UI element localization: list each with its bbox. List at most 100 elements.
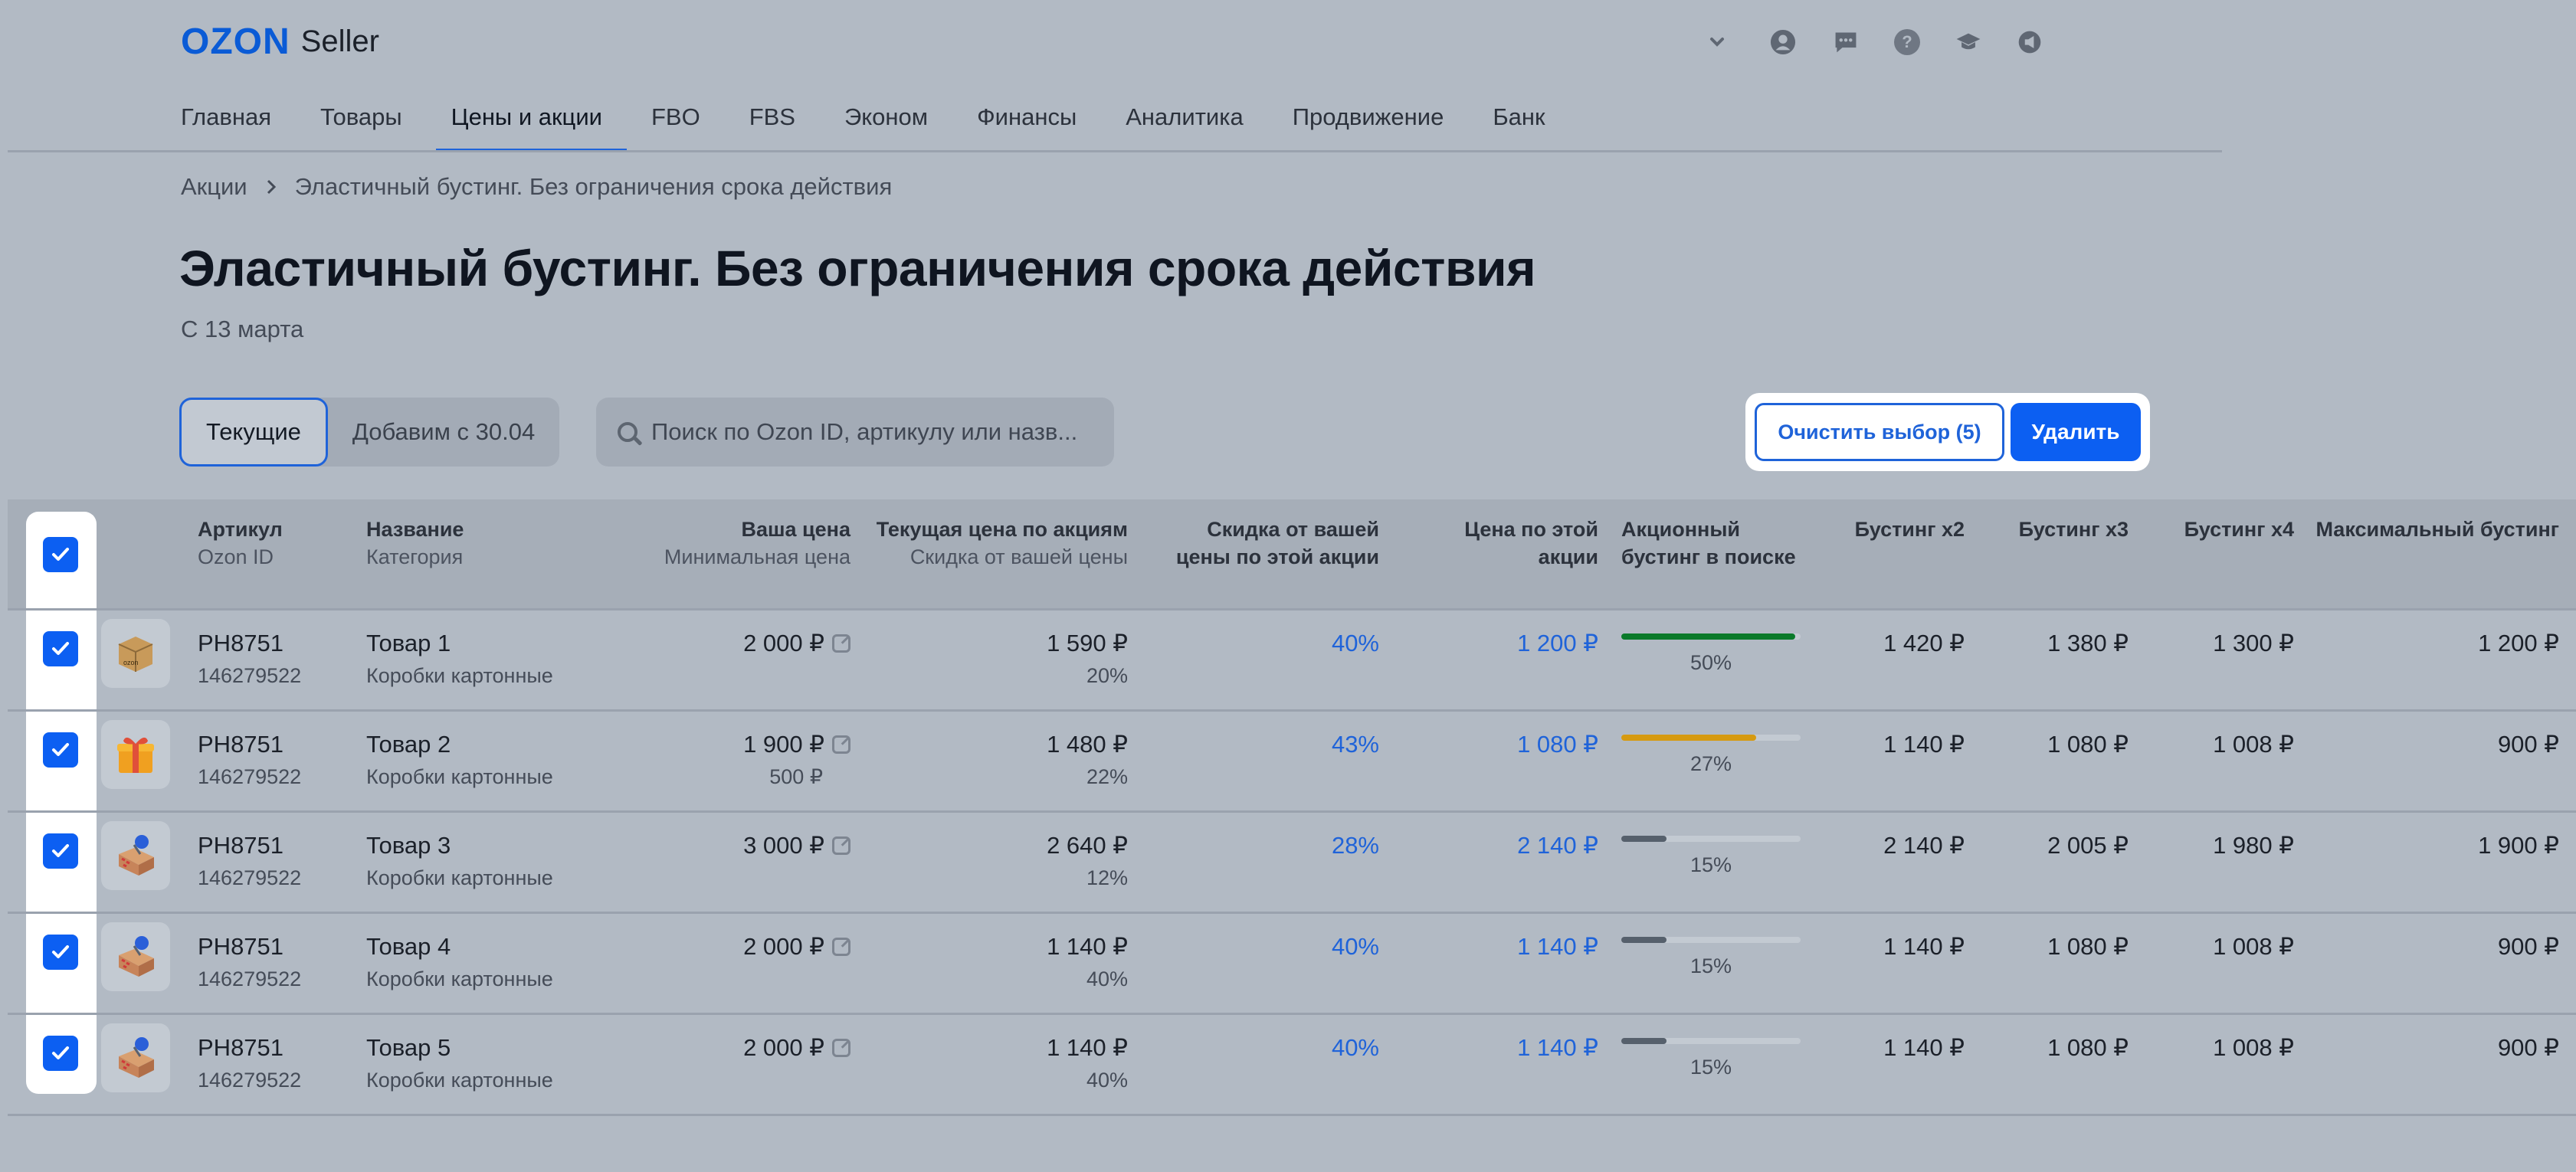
- chevron-right-icon: [267, 179, 276, 195]
- col-header-sku[interactable]: Артикул Ozon ID: [198, 516, 283, 571]
- nav-item-products[interactable]: Товары: [320, 98, 402, 152]
- pinned-box-icon[interactable]: [101, 922, 170, 991]
- sku[interactable]: PH8751: [198, 630, 283, 656]
- sku[interactable]: PH8751: [198, 933, 283, 960]
- category: Коробки картонные: [366, 765, 553, 788]
- tab-upcoming[interactable]: Добавим с 30.04: [328, 398, 559, 467]
- boost-x3-price: 2 005 ₽: [2047, 832, 2129, 859]
- breadcrumb-root[interactable]: Акции: [181, 173, 247, 201]
- nav-item-economy[interactable]: Эконом: [844, 98, 928, 152]
- promo-discount: 43%: [1331, 731, 1379, 758]
- col-your-price-sublabel: Минимальная цена: [664, 545, 850, 568]
- col-header-current-price[interactable]: Текущая цена по акциям Скидка от вашей ц…: [877, 516, 1128, 571]
- sku[interactable]: PH8751: [198, 832, 283, 859]
- col-header-name[interactable]: Название Категория: [366, 516, 464, 571]
- external-link-icon[interactable]: [832, 735, 850, 754]
- col-header-promo-boost[interactable]: Акционный бустинг в поиске: [1621, 516, 1796, 571]
- current-discount: 12%: [1086, 866, 1128, 889]
- gift-icon[interactable]: [101, 720, 170, 789]
- col-header-promo-price[interactable]: Цена по этой акции: [1464, 516, 1598, 571]
- promo-price-link[interactable]: 1 200 ₽: [1517, 628, 1598, 659]
- col-header-discount[interactable]: Скидка от вашей цены по этой акции: [1176, 516, 1379, 571]
- delete-button[interactable]: Удалить: [2011, 403, 2141, 461]
- product-name[interactable]: Товар 3: [366, 832, 451, 859]
- col-header-boost-x2[interactable]: Бустинг x2: [1855, 516, 1965, 543]
- sku[interactable]: PH8751: [198, 1034, 283, 1061]
- tab-current[interactable]: Текущие: [179, 398, 328, 467]
- external-link-icon[interactable]: [832, 836, 850, 855]
- ozon-seller-logo[interactable]: OZON Seller: [181, 18, 379, 64]
- row-checkbox[interactable]: [43, 833, 78, 869]
- col-your-price-label: Ваша цена: [741, 518, 850, 541]
- row-divider: [8, 810, 2576, 813]
- your-price: 2 000 ₽: [743, 933, 824, 960]
- row-divider: [8, 1114, 2576, 1116]
- col-header-your-price[interactable]: Ваша цена Минимальная цена: [664, 516, 850, 571]
- external-link-icon[interactable]: [832, 1039, 850, 1057]
- select-all-checkbox[interactable]: [43, 537, 78, 572]
- nav-item-home[interactable]: Главная: [181, 98, 271, 152]
- box-icon[interactable]: ozon: [101, 619, 170, 688]
- clear-selection-button[interactable]: Очистить выбор (5): [1755, 403, 2004, 461]
- boost-max-price: 900 ₽: [2497, 1034, 2559, 1061]
- logo-brand: OZON: [181, 21, 290, 62]
- ozon-id[interactable]: 146279522: [198, 1063, 301, 1097]
- chevron-down-icon[interactable]: [1704, 29, 1730, 55]
- boost-progress-bar: [1621, 633, 1801, 640]
- ozon-id[interactable]: 146279522: [198, 760, 301, 794]
- boost-x3-price: 1 380 ₽: [2047, 630, 2129, 656]
- promo-price-link[interactable]: 2 140 ₽: [1517, 830, 1598, 861]
- col-header-boost-max[interactable]: Максимальный бустинг: [2315, 516, 2559, 543]
- current-discount: 40%: [1086, 1069, 1128, 1092]
- education-icon[interactable]: [1955, 29, 1981, 55]
- boost-progress-fill: [1621, 735, 1756, 741]
- chat-icon[interactable]: [1833, 29, 1859, 55]
- search-input[interactable]: Поиск по Ozon ID, артикулу или назв...: [596, 398, 1114, 467]
- boost-progress-bar: [1621, 937, 1801, 943]
- announcement-icon[interactable]: [2017, 29, 2043, 55]
- promo-price-link[interactable]: 1 140 ₽: [1517, 931, 1598, 962]
- row-checkbox[interactable]: [43, 631, 78, 666]
- promo-price-link[interactable]: 1 140 ₽: [1517, 1033, 1598, 1063]
- col-header-boost-x4[interactable]: Бустинг x4: [2184, 516, 2294, 543]
- external-link-icon[interactable]: [832, 634, 850, 653]
- row-checkbox[interactable]: [43, 732, 78, 768]
- product-name[interactable]: Товар 2: [366, 731, 451, 758]
- nav-item-bank[interactable]: Банк: [1493, 98, 1545, 152]
- product-name[interactable]: Товар 5: [366, 1034, 451, 1061]
- promo-discount: 28%: [1331, 832, 1379, 859]
- sku[interactable]: PH8751: [198, 731, 283, 758]
- boost-x2-price: 1 140 ₽: [1883, 731, 1965, 758]
- row-checkbox[interactable]: [43, 935, 78, 970]
- boost-x3-price: 1 080 ₽: [2047, 731, 2129, 758]
- ozon-id[interactable]: 146279522: [198, 659, 301, 692]
- nav-item-promotion[interactable]: Продвижение: [1293, 98, 1444, 152]
- ozon-id[interactable]: 146279522: [198, 962, 301, 996]
- col-header-boost-x3[interactable]: Бустинг x3: [2019, 516, 2129, 543]
- main-nav: Главная Товары Цены и акции FBO FBS Экон…: [181, 98, 1594, 152]
- nav-item-fbo[interactable]: FBO: [651, 98, 700, 152]
- promo-price-link[interactable]: 1 080 ₽: [1517, 729, 1598, 760]
- boost-progress-fill: [1621, 937, 1667, 943]
- nav-item-prices-promotions[interactable]: Цены и акции: [435, 98, 628, 152]
- boost-max-price: 1 900 ₽: [2478, 832, 2559, 859]
- product-name[interactable]: Товар 4: [366, 933, 451, 960]
- row-divider: [8, 709, 2576, 712]
- nav-item-finance[interactable]: Финансы: [977, 98, 1077, 152]
- nav-item-fbs[interactable]: FBS: [749, 98, 795, 152]
- help-icon[interactable]: ?: [1894, 29, 1920, 55]
- product-name[interactable]: Товар 1: [366, 630, 451, 656]
- col-discount-label: Скидка от вашей: [1207, 518, 1379, 541]
- search-placeholder: Поиск по Ozon ID, артикулу или назв...: [651, 418, 1078, 445]
- external-link-icon[interactable]: [832, 938, 850, 956]
- ozon-id[interactable]: 146279522: [198, 861, 301, 895]
- nav-item-analytics[interactable]: Аналитика: [1126, 98, 1243, 152]
- row-checkbox[interactable]: [43, 1036, 78, 1071]
- nav-divider: [8, 150, 2222, 152]
- pinned-box-icon[interactable]: [101, 821, 170, 890]
- pinned-box-icon[interactable]: [101, 1023, 170, 1092]
- boost-x2-price: 1 140 ₽: [1883, 933, 1965, 960]
- profile-icon[interactable]: [1770, 29, 1796, 55]
- sku-cell: PH8751 146279522: [198, 830, 301, 895]
- col-name-label: Название: [366, 518, 464, 541]
